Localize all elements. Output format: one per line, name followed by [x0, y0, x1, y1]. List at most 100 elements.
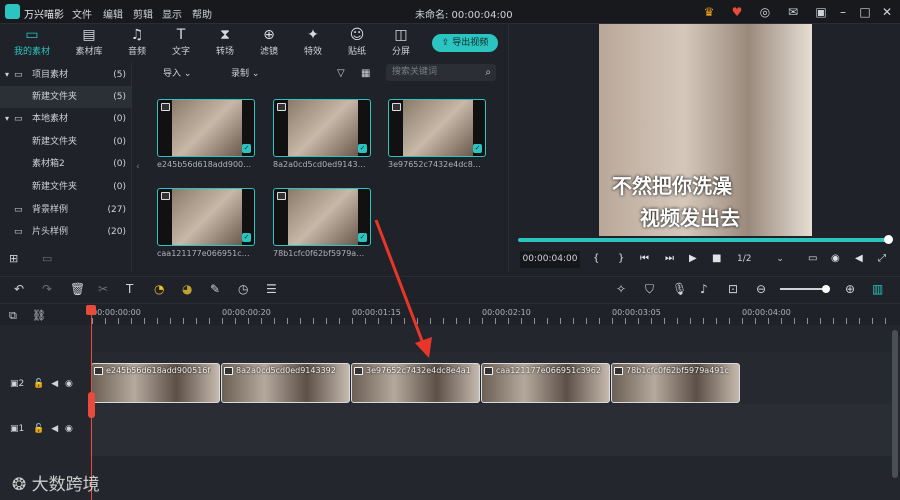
tool-filter[interactable]: ⊕ 滤镜	[244, 26, 294, 62]
tool-audio[interactable]: ♫ 音频	[112, 26, 162, 62]
store-icon[interactable]: ▣	[812, 3, 830, 21]
menu-edit[interactable]: 编辑	[103, 6, 123, 21]
menu-clip[interactable]: 剪辑	[133, 6, 153, 21]
ruler-tick: 00:00:00:20	[222, 308, 271, 317]
timeline-clip[interactable]: e245b56d618add900516f	[91, 363, 220, 403]
speed-icon[interactable]: ◔	[154, 282, 164, 296]
eye-icon[interactable]: ◉	[65, 424, 73, 434]
lock-icon[interactable]: 🔓	[33, 424, 44, 434]
zoom-slider-handle[interactable]	[822, 285, 830, 293]
tool-sticker[interactable]: ☺ 贴纸	[332, 26, 382, 62]
feedback-icon[interactable]: ✉	[784, 3, 802, 21]
media-thumbnail[interactable]: ✓	[273, 99, 371, 157]
edit-icon[interactable]: ✎	[210, 282, 220, 296]
export-button[interactable]: ⇪ 导出视频	[432, 34, 498, 52]
tool-split-screen[interactable]: ◫ 分屏	[376, 26, 426, 62]
mark-in-icon[interactable]: {	[593, 253, 599, 264]
text-tool-icon[interactable]: T	[126, 282, 133, 296]
render-icon[interactable]: ✧	[616, 282, 626, 296]
mark-out-icon[interactable]: }	[618, 253, 624, 264]
media-thumbnail[interactable]: ✓	[273, 188, 371, 246]
snapshot-icon[interactable]: ◉	[831, 253, 840, 264]
zoom-in-icon[interactable]: ⊕	[845, 282, 855, 296]
redo-icon[interactable]: ↷	[42, 282, 52, 296]
tool-my-media[interactable]: ▭ 我的素材	[7, 26, 57, 62]
step-back-icon[interactable]: ⏮	[640, 253, 649, 264]
layout-icon[interactable]: ▥	[872, 282, 883, 296]
track-header-2: ▣2 🔓 ◀ ◉	[10, 379, 73, 389]
search-icon: ⌕	[485, 67, 491, 78]
media-thumbnail[interactable]: ✓	[157, 188, 255, 246]
sidebar-item-intro-samples[interactable]: ▭ 片头样例 (20)	[0, 221, 132, 243]
sidebar-item-project-media[interactable]: ▾ ▭ 项目素材 (5)	[0, 64, 132, 86]
sidebar-item-new-folder[interactable]: 新建文件夹 (0)	[0, 176, 132, 198]
preview-progress-handle[interactable]	[884, 235, 893, 244]
timeline-scrollbar[interactable]	[892, 330, 898, 478]
tool-library[interactable]: ▤ 素材库	[64, 26, 114, 62]
add-track-icon[interactable]: ⧉	[9, 309, 17, 323]
ruler-ticks	[92, 318, 892, 324]
audio-icon[interactable]: ◀	[51, 379, 58, 389]
sidebar-item-new-folder[interactable]: 新建文件夹 (5)	[0, 86, 132, 108]
timeline-clip[interactable]: caa121177e066951c3962	[481, 363, 610, 403]
record-dropdown[interactable]: 录制 ⌄	[231, 66, 259, 82]
step-forward-icon[interactable]: ⏭	[665, 253, 674, 264]
cut-icon[interactable]: ✂	[98, 282, 108, 296]
document-title: 未命名: 00:00:04:00	[415, 10, 513, 21]
tool-transition[interactable]: ⧗ 转场	[200, 26, 250, 62]
preview-zoom-select[interactable]: 1/2 ⌄	[737, 251, 797, 268]
preview-progress-bar[interactable]	[518, 238, 890, 242]
display-icon[interactable]: ▭	[808, 253, 817, 264]
timeline-clip[interactable]: 8a2a0cd5cd0ed9143392	[221, 363, 350, 403]
zoom-out-icon[interactable]: ⊖	[756, 282, 766, 296]
play-icon[interactable]: ▶	[689, 253, 697, 264]
tool-effects[interactable]: ✦ 特效	[288, 26, 338, 62]
media-thumbnail[interactable]: ✓	[388, 99, 486, 157]
tool-text[interactable]: T 文字	[156, 26, 206, 62]
minimize-icon[interactable]: –	[834, 3, 852, 21]
filter-icon[interactable]: ▽	[337, 66, 345, 82]
app-logo-icon	[5, 4, 20, 19]
fullscreen-icon[interactable]: ⤢	[878, 253, 886, 264]
account-icon[interactable]: ◎	[756, 3, 774, 21]
lock-icon[interactable]: 🔓	[33, 379, 44, 389]
sidebar-item-new-folder[interactable]: 新建文件夹 (0)	[0, 131, 132, 153]
microphone-icon[interactable]: 🎙	[672, 282, 687, 296]
sidebar-item-background-samples[interactable]: ▭ 背景样例 (27)	[0, 199, 132, 221]
menu-help[interactable]: 帮助	[192, 6, 212, 21]
sidebar-item-local-media[interactable]: ▾ ▭ 本地素材 (0)	[0, 108, 132, 130]
sidebar-item-bin2[interactable]: 素材箱2 (0)	[0, 153, 132, 175]
shield-icon[interactable]: ⛉	[645, 282, 654, 297]
collapse-panel-icon[interactable]: ‹	[136, 162, 140, 172]
audio-mixer-icon[interactable]: ♪	[700, 282, 708, 296]
media-thumbnail[interactable]: ✓	[157, 99, 255, 157]
grid-view-icon[interactable]: ▦	[361, 66, 370, 82]
import-dropdown[interactable]: 导入 ⌄	[163, 66, 191, 82]
text-icon: T	[176, 27, 186, 43]
new-folder-icon[interactable]: ⊞	[9, 252, 18, 265]
premium-icon[interactable]: ♛	[700, 3, 718, 21]
volume-icon[interactable]: ◀	[855, 253, 863, 264]
stop-icon[interactable]: ■	[712, 253, 721, 264]
menu-view[interactable]: 显示	[162, 6, 182, 21]
timeline-clip[interactable]: 3e97652c7432e4dc8e4a1	[351, 363, 480, 403]
delete-icon[interactable]: 🗑	[70, 282, 85, 296]
search-input[interactable]: 搜索关键词 ⌕	[386, 64, 496, 81]
gift-icon[interactable]: ♥	[728, 3, 746, 21]
timeline-clip[interactable]: 78b1cfc0f62bf5979a491c	[611, 363, 740, 403]
preview-caption: 视频发出去	[640, 206, 740, 230]
adjust-icon[interactable]: ☰	[266, 282, 277, 296]
maximize-icon[interactable]: □	[856, 3, 874, 21]
eye-icon[interactable]: ◉	[65, 379, 73, 389]
link-icon[interactable]: ⛓	[32, 309, 46, 322]
undo-icon[interactable]: ↶	[14, 282, 24, 296]
video-track-1[interactable]	[90, 404, 895, 456]
menu-file[interactable]: 文件	[72, 6, 92, 21]
duration-icon[interactable]: ◷	[238, 282, 248, 296]
open-folder-icon[interactable]: ▭	[42, 252, 52, 265]
playhead-marker[interactable]	[88, 392, 95, 418]
color-icon[interactable]: ◕	[182, 282, 192, 296]
audio-icon[interactable]: ◀	[51, 424, 58, 434]
caption-icon[interactable]: ⊡	[728, 282, 738, 296]
close-icon[interactable]: ✕	[878, 3, 896, 21]
